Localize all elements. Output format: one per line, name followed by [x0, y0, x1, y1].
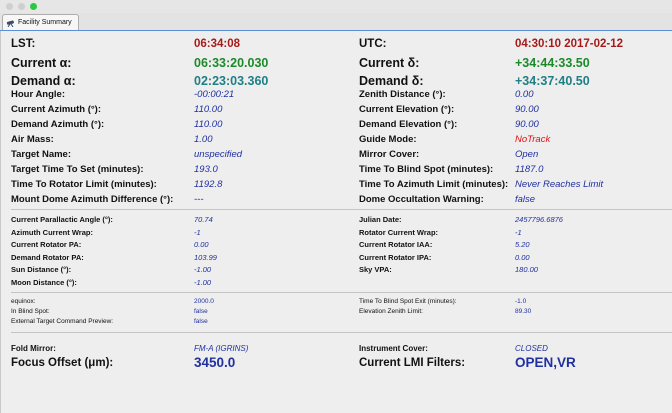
- section-divider: [11, 292, 672, 293]
- fold-mirror-value: FM-A (IGRINS): [194, 344, 249, 353]
- main-right-value: NoTrack: [515, 134, 551, 145]
- main-right-value: 90.00: [515, 119, 539, 130]
- main-left-label: Air Mass:: [11, 134, 54, 145]
- main-right-value: false: [515, 194, 536, 205]
- window-titlebar: [0, 0, 672, 13]
- main-left-label: Demand Azimuth (°):: [11, 119, 105, 130]
- detail-right-label: Current Rotator IAA:: [359, 240, 433, 249]
- main-left-value: 06:33:20.030: [194, 56, 269, 70]
- focus-offset-label: Focus Offset (μm):: [11, 357, 114, 369]
- main-left-label: Current Azimuth (°):: [11, 104, 101, 115]
- detail-right-label: Rotator Current Wrap:: [359, 227, 439, 237]
- main-right-value: 04:30:10 2017-02-12: [515, 38, 624, 50]
- main-right-label: Dome Occultation Warning:: [359, 194, 484, 205]
- misc-right-value: -1.0: [515, 298, 527, 305]
- detail-right-label: Sky VPA:: [359, 265, 392, 274]
- misc-left-value: false: [194, 318, 208, 325]
- detail-right-value: -1: [515, 227, 522, 237]
- main-right-value: 1187.0: [515, 164, 544, 175]
- detail-right-value: 180.00: [515, 265, 538, 274]
- main-left-value: 06:34:08: [194, 38, 241, 50]
- fold-mirror-label: Fold Mirror:: [11, 344, 56, 353]
- detail-right-value: 2457796.6876: [515, 215, 563, 224]
- detail-left-value: 0.00: [194, 240, 209, 249]
- main-left-value: 193.0: [194, 164, 218, 175]
- detail-left-label: Demand Rotator PA:: [11, 252, 84, 262]
- main-left-value: 110.00: [194, 119, 223, 130]
- current-lmi-filters-label: Current LMI Filters:: [359, 357, 466, 369]
- main-right-label: Demand δ:: [359, 74, 424, 88]
- main-left-label: Mount Dome Azimuth Difference (°):: [11, 194, 174, 205]
- main-left-value: 110.00: [194, 104, 223, 115]
- detail-right-label: Julian Date:: [359, 215, 402, 224]
- main-right-label: Mirror Cover:: [359, 149, 420, 160]
- detail-left-value: -1.00: [194, 277, 212, 287]
- tab-facility-summary[interactable]: Facility Summary: [2, 14, 79, 30]
- detail-left-label: Sun Distance (°):: [11, 265, 72, 274]
- detail-right-value: 5.20: [515, 240, 530, 249]
- main-right-value: Never Reaches Limit: [515, 179, 604, 190]
- main-right-label: Time To Azimuth Limit (minutes):: [359, 179, 509, 190]
- main-left-label: Current α:: [11, 56, 72, 70]
- detail-left-value: -1: [194, 227, 201, 237]
- main-left-value: 02:23:03.360: [194, 74, 269, 88]
- main-left-label: LST:: [11, 38, 36, 50]
- zoom-window-button[interactable]: [30, 3, 37, 10]
- main-left-value: unspecified: [194, 149, 243, 160]
- instrument-cover-label: Instrument Cover:: [359, 344, 428, 353]
- main-right-value: 0.00: [515, 89, 534, 100]
- detail-left-label: Moon Distance (°):: [11, 277, 77, 287]
- misc-right-label: Elevation Zenith Limit:: [359, 308, 423, 315]
- focus-offset-value: 3450.0: [194, 355, 236, 370]
- detail-right-label: Current Rotator IPA:: [359, 252, 432, 262]
- misc-right-label: Time To Blind Spot Exit (minutes):: [359, 298, 457, 305]
- detail-right-value: 0.00: [515, 252, 530, 262]
- instrument-cover-value: CLOSED: [515, 344, 548, 353]
- main-right-value: 90.00: [515, 104, 539, 115]
- main-right-label: Guide Mode:: [359, 134, 417, 145]
- main-left-value: ---: [194, 194, 204, 205]
- main-left-value: -00:00:21: [194, 89, 235, 100]
- main-right-label: Current Elevation (°):: [359, 104, 455, 115]
- detail-left-value: -1.00: [194, 265, 212, 274]
- main-right-label: Current δ:: [359, 56, 420, 70]
- telescope-icon: [6, 20, 14, 27]
- main-right-label: Zenith Distance (°):: [359, 89, 446, 100]
- main-left-label: Target Name:: [11, 149, 72, 160]
- close-window-button[interactable]: [6, 3, 13, 10]
- tab-bar: Facility Summary: [0, 13, 672, 31]
- main-right-value: Open: [515, 149, 539, 160]
- main-right-label: UTC:: [359, 38, 387, 50]
- detail-left-label: Current Rotator PA:: [11, 240, 82, 249]
- main-right-label: Time To Blind Spot (minutes):: [359, 164, 494, 175]
- tab-label: Facility Summary: [18, 19, 72, 26]
- main-left-label: Demand α:: [11, 74, 76, 88]
- main-left-value: 1.00: [194, 134, 213, 145]
- misc-left-label: External Target Command Preview:: [11, 318, 114, 325]
- minimize-window-button[interactable]: [18, 3, 25, 10]
- misc-left-label: In Blind Spot:: [11, 308, 50, 315]
- current-lmi-filters-value: OPEN,VR: [515, 355, 576, 370]
- main-left-label: Time To Rotator Limit (minutes):: [11, 179, 157, 190]
- section-divider: [11, 332, 672, 333]
- misc-right-value: 89.30: [515, 308, 532, 315]
- main-right-value: +34:37:40.50: [515, 74, 590, 88]
- misc-left-label: equinox:: [11, 298, 36, 305]
- misc-left-value: false: [194, 308, 208, 315]
- main-left-label: Target Time To Set (minutes):: [11, 164, 144, 175]
- facility-summary-panel: LST: 06:34:08 UTC: 04:30:10 2017-02-12 Curre…: [0, 31, 672, 413]
- detail-left-label: Azimuth Current Wrap:: [11, 227, 93, 237]
- main-right-value: +34:44:33.50: [515, 56, 590, 70]
- main-left-label: Hour Angle:: [11, 89, 66, 100]
- main-left-value: 1192.8: [194, 179, 223, 190]
- section-divider: [11, 209, 672, 210]
- misc-left-value: 2000.0: [194, 298, 214, 305]
- detail-left-label: Current Parallactic Angle (°):: [11, 215, 113, 224]
- detail-left-value: 103.99: [194, 252, 217, 262]
- detail-left-value: 70.74: [194, 215, 213, 224]
- main-right-label: Demand Elevation (°):: [359, 119, 458, 130]
